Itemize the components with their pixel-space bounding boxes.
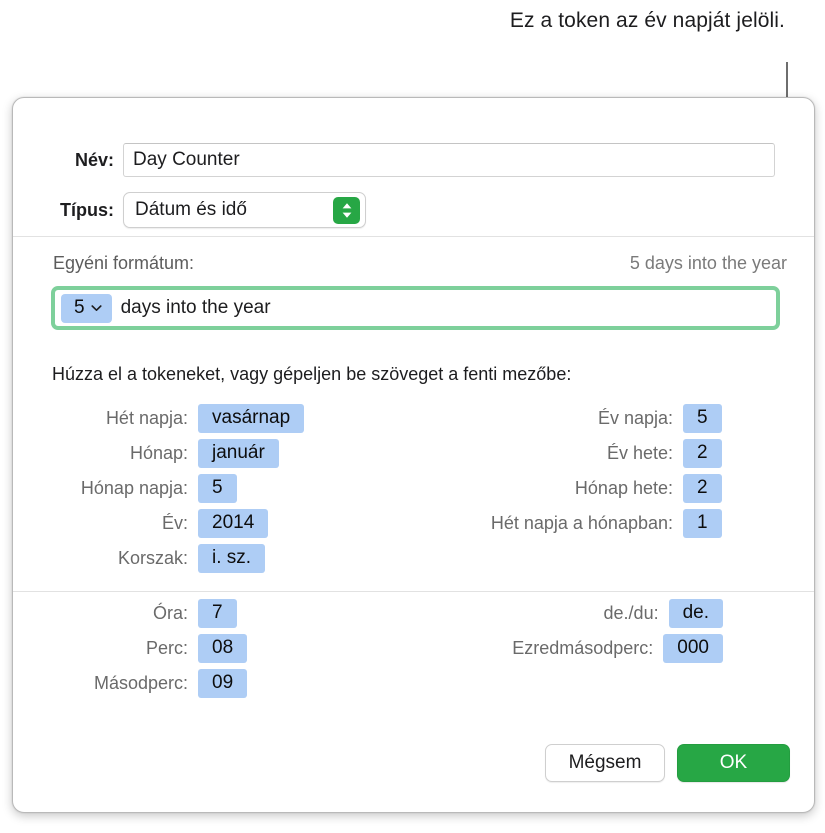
custom-format-field[interactable]: 5 days into the year (51, 286, 780, 330)
token-row: Másodperc: 09 (13, 668, 413, 699)
divider-top (13, 236, 814, 237)
date-token-column-right: Év napja: 5 Év hete: 2 Hónap hete: 2 Hét… (393, 403, 723, 543)
token-chip-second[interactable]: 09 (198, 669, 248, 698)
name-input[interactable] (123, 143, 775, 177)
token-row: Ezredmásodperc: 000 (393, 633, 723, 664)
token-row: Perc: 08 (13, 633, 413, 664)
token-chip-week-of-year[interactable]: 2 (683, 439, 722, 468)
token-chip-week-of-month[interactable]: 2 (683, 474, 722, 503)
cancel-button[interactable]: Mégsem (545, 744, 665, 782)
token-chip-day-of-year[interactable]: 5 (683, 404, 722, 433)
token-chip-year[interactable]: 2014 (198, 509, 269, 538)
token-row: Óra: 7 (13, 598, 413, 629)
token-label: Év hete: (606, 443, 673, 463)
token-row: Hónap: január (13, 438, 413, 469)
token-row: Év hete: 2 (393, 438, 723, 469)
token-chip-weekday[interactable]: vasárnap (198, 404, 305, 433)
format-token-label: 5 (74, 296, 85, 318)
date-token-column-left: Hét napja: vasárnap Hónap: január Hónap … (13, 403, 413, 578)
token-label: Év: (161, 513, 188, 533)
chevron-down-icon (90, 304, 102, 312)
type-row: Típus: Dátum és idő (13, 192, 366, 228)
token-label: de./du: (603, 603, 659, 623)
custom-format-preview: 5 days into the year (629, 253, 787, 273)
ok-button[interactable]: OK (677, 744, 790, 782)
token-row: Korszak: i. sz. (13, 543, 413, 574)
token-chip-minute[interactable]: 08 (198, 634, 248, 663)
format-token-day-of-year[interactable]: 5 (61, 293, 112, 323)
token-row: Év napja: 5 (393, 403, 723, 434)
token-row: de./du: de. (393, 598, 723, 629)
token-chip-hour[interactable]: 7 (198, 599, 237, 628)
divider-bottom (13, 591, 814, 592)
token-row: Év: 2014 (13, 508, 413, 539)
token-label: Perc: (145, 638, 188, 658)
token-chip-era[interactable]: i. sz. (198, 544, 266, 573)
token-label: Korszak: (117, 548, 188, 568)
token-chip-day-of-month[interactable]: 5 (198, 474, 237, 503)
token-label: Hónap napja: (80, 478, 188, 498)
token-label: Év napja: (597, 408, 673, 428)
custom-format-dialog: Név: Típus: Dátum és idő Egyéni formátum… (12, 97, 815, 813)
token-label: Másodperc: (93, 673, 188, 693)
token-row: Hét napja: vasárnap (13, 403, 413, 434)
type-popup-value: Dátum és idő (135, 199, 247, 220)
token-chip-month[interactable]: január (198, 439, 279, 468)
custom-format-label: Egyéni formátum: (53, 253, 195, 273)
name-label: Név: (74, 149, 114, 170)
token-row: Hét napja a hónapban: 1 (393, 508, 723, 539)
token-label: Óra: (152, 603, 188, 623)
custom-format-field-content: 5 days into the year (61, 293, 271, 323)
token-row: Hónap napja: 5 (13, 473, 413, 504)
format-field-static-text: days into the year (120, 297, 271, 318)
name-row: Név: (13, 143, 775, 177)
screenshot-root: Ez a token az év napját jelöli. Név: Típ… (0, 0, 825, 833)
time-token-column-right: de./du: de. Ezredmásodperc: 000 (393, 598, 723, 668)
type-popup-button[interactable]: Dátum és idő (123, 192, 366, 228)
token-label: Hónap hete: (574, 478, 673, 498)
token-chip-am-pm[interactable]: de. (668, 599, 723, 628)
token-label: Ezredmásodperc: (512, 638, 654, 658)
time-token-column-left: Óra: 7 Perc: 08 Másodperc: 09 (13, 598, 413, 703)
callout-annotation-text: Ez a token az év napját jelöli. (509, 9, 785, 32)
instructions-text: Húzza el a tokeneket, vagy gépeljen be s… (52, 364, 572, 384)
token-label: Hét napja: (105, 408, 188, 428)
token-label: Hónap: (129, 443, 188, 463)
token-label: Hét napja a hónapban: (490, 513, 673, 533)
token-chip-weekday-of-month[interactable]: 1 (683, 509, 722, 538)
up-down-chevron-icon (333, 197, 360, 224)
token-row: Hónap hete: 2 (393, 473, 723, 504)
dialog-button-bar: Mégsem OK (545, 744, 790, 782)
type-label: Típus: (60, 199, 114, 220)
token-chip-millisecond[interactable]: 000 (663, 634, 723, 663)
